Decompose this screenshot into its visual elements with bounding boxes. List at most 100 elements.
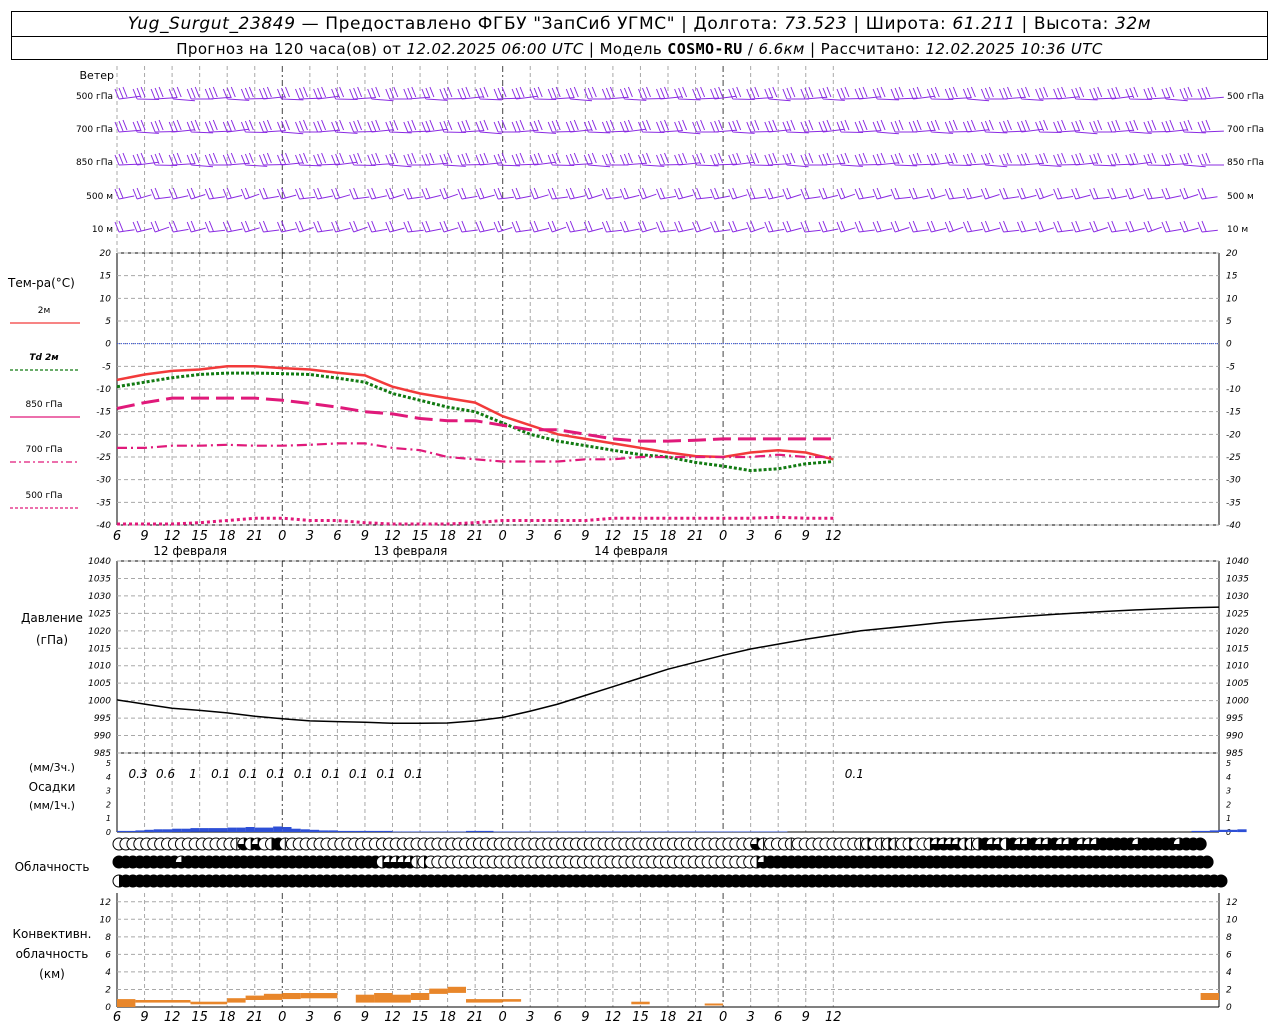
time-tick-label: 15 [632,529,649,544]
time-tick-label: 3 [526,529,534,544]
wind-barb [1071,187,1091,200]
precip-bar [355,830,365,832]
wind-barb [872,187,892,200]
precip-unit-1h: (мм/1ч.) [29,799,75,812]
time-tick-label: 6 [774,529,782,544]
wind-barb [908,220,929,233]
wind-barb [908,187,929,200]
precip-bar [521,831,531,833]
wind-barb [1071,220,1091,233]
precip-3h-sum-label: 0.1 [294,767,313,781]
cloud-circle [1200,855,1214,869]
precip-bar [741,831,751,833]
wind-barb [1017,187,1037,200]
time-tick-label: 21 [246,1010,263,1024]
wind-barb [529,187,549,200]
wind-barb [1179,220,1199,233]
precip-bar [447,831,457,833]
precip-ytick-label: 2 [106,800,111,809]
precip-3h-sum-label: 0.3 [128,767,147,781]
wind-barb [1089,220,1108,233]
wind-barb [186,220,206,233]
precip-bar [594,831,604,833]
time-tick-label: 3 [306,529,314,544]
temp-title: Тем-ра(°С) [7,276,75,290]
convective-ytick-label-right: 2 [1226,985,1232,995]
precip-bar [567,831,577,833]
convective-ytick-label: 6 [105,950,111,960]
time-tick-label: 9 [802,1010,810,1024]
temp-ytick-label: -15 [96,408,111,418]
time-tick-label: 12 [605,1010,622,1024]
wind-barb [746,187,767,200]
wind-barb [980,220,1001,233]
precip-bar [603,831,613,833]
wind-barb [295,187,316,200]
time-tick-label: 0 [719,1010,727,1024]
pressure-ytick-label-right: 1015 [1226,644,1249,654]
pressure-ytick-label: 1000 [88,697,111,707]
time-tick-label: 18 [219,529,236,544]
convective-ytick-label-right: 10 [1226,915,1238,925]
precip-bar [769,831,779,833]
precip-bar [456,831,466,833]
pressure-unit: (гПа) [36,633,68,647]
wind-barb [222,187,243,200]
precip-bar [401,831,411,833]
wind-barb [1197,152,1224,166]
pressure-ytick-label: 1010 [88,662,111,672]
precip-bar [227,827,237,832]
precip-bar [576,831,586,833]
precip-bar [668,831,678,833]
wind-barb [583,220,604,233]
precip-bar [383,830,393,832]
wind-barb [1143,220,1162,233]
wind-barb [258,220,280,233]
precip-3h-sum-label: 0.1 [211,767,230,781]
temp-legend-label: Td 2м [29,353,59,363]
convective-bar [502,999,522,1002]
wind-barb [204,187,225,200]
wind-barb [872,220,893,233]
precip-ytick-label: 0 [106,828,111,837]
temp-ytick-label-right: -35 [1226,498,1241,508]
wind-barb [313,220,334,233]
wind-barb [385,220,405,233]
pressure-ytick-label-right: 1030 [1226,592,1249,602]
wind-barb [638,187,657,200]
time-tick-label: 12 [164,529,181,544]
precip-bar [1200,830,1210,832]
wind-barb [349,187,370,200]
convective-bar [631,1001,650,1005]
precip-title: Осадки [29,780,76,794]
convective-ytick-label-right: 8 [1226,933,1232,943]
wind-barb [601,187,622,200]
wind-barb [475,220,496,233]
time-tick-label: 0 [278,1010,286,1024]
precip-bar [484,830,494,832]
wind-level-label: 500 м [86,192,113,202]
precip-bar [493,831,503,833]
wind-barb [836,187,856,200]
temp-ytick-label-right: -15 [1226,408,1241,418]
wind-barb [1125,220,1145,233]
precip-bar [392,831,402,833]
wind-barb [1197,119,1224,133]
precip-bar [677,831,687,833]
wind-barb [457,220,478,233]
wind-barb [240,220,260,233]
wind-barb [277,187,297,200]
precip-3h-sum-label: 0.6 [156,767,175,781]
pressure-ytick-label-right: 1025 [1226,609,1249,619]
precip-bar [162,829,173,833]
wind-barb [710,220,731,233]
pressure-ytick-label: 995 [94,714,111,724]
precip-3h-sum-label: 0.1 [404,767,423,781]
precip-bar [117,830,127,832]
wind-barb [547,220,567,233]
pressure-ytick-label: 1015 [88,644,111,654]
wind-barb [746,220,765,233]
precip-bar [778,831,788,833]
convective-ytick-label: 10 [100,915,112,925]
convective-ytick-label: 0 [105,1003,111,1013]
